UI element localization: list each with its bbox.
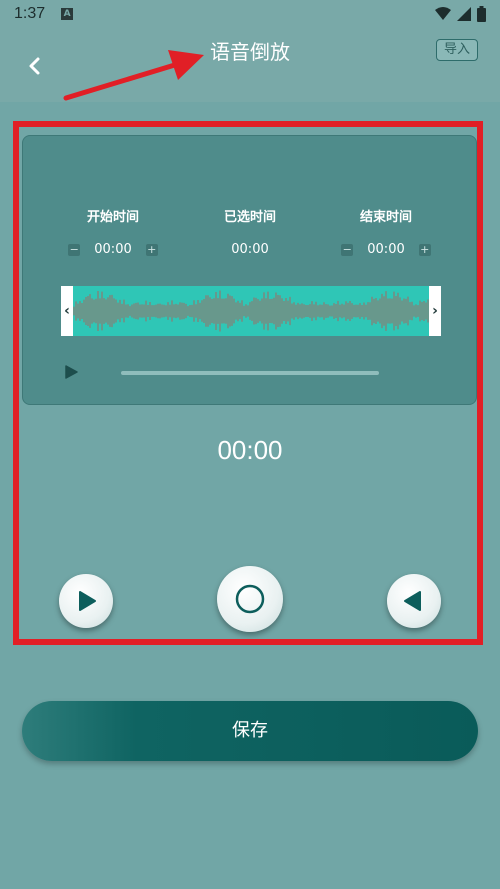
selected-time-label: 已选时间 — [223, 210, 276, 225]
mini-play-button[interactable] — [64, 365, 78, 379]
wifi-icon — [435, 7, 451, 20]
end-time-column: 结束时间 − 00:00 + — [321, 206, 451, 257]
end-time-label: 结束时间 — [359, 210, 412, 225]
status-bar: 1:37 A — [0, 0, 500, 28]
record-icon — [235, 584, 265, 614]
reverse-play-icon — [404, 591, 421, 611]
left-trim-handle[interactable]: ‹ — [61, 286, 73, 336]
waveform-display — [73, 286, 429, 336]
notification-icon: A — [61, 8, 74, 20]
playback-time: 00:00 — [217, 435, 283, 465]
end-time-minus-button[interactable]: − — [341, 243, 354, 256]
save-button[interactable]: 保存 — [22, 701, 478, 761]
app-header: 语音倒放 导入 — [0, 28, 500, 102]
play-icon — [79, 591, 96, 611]
playback-progress-track[interactable] — [121, 371, 379, 375]
main-content: 开始时间 − 00:00 + 已选时间 00:00 结束时间 − 00:00 + — [0, 102, 500, 889]
start-time-column: 开始时间 − 00:00 + — [48, 206, 178, 257]
start-time-minus-button[interactable]: − — [68, 243, 81, 256]
battery-icon — [477, 6, 486, 22]
record-button[interactable] — [217, 566, 283, 632]
import-button[interactable]: 导入 — [436, 39, 478, 61]
selected-time-column: 已选时间 00:00 — [185, 206, 315, 257]
waveform-selector[interactable]: ‹ › — [61, 286, 441, 336]
right-trim-handle[interactable]: › — [429, 286, 441, 336]
start-time-label: 开始时间 — [86, 210, 139, 225]
selected-time-value: 00:00 — [231, 242, 269, 257]
status-time: 1:37 — [14, 5, 46, 22]
play-button[interactable] — [59, 574, 113, 628]
reverse-play-button[interactable] — [387, 574, 441, 628]
waveform-editor-card: 开始时间 − 00:00 + 已选时间 00:00 结束时间 − 00:00 + — [22, 135, 477, 405]
end-time-plus-button[interactable]: + — [418, 243, 431, 256]
end-time-value: 00:00 — [367, 242, 405, 257]
signal-icon — [457, 7, 471, 21]
start-time-plus-button[interactable]: + — [145, 243, 158, 256]
page-title: 语音倒放 — [210, 40, 290, 64]
start-time-value: 00:00 — [94, 242, 132, 257]
